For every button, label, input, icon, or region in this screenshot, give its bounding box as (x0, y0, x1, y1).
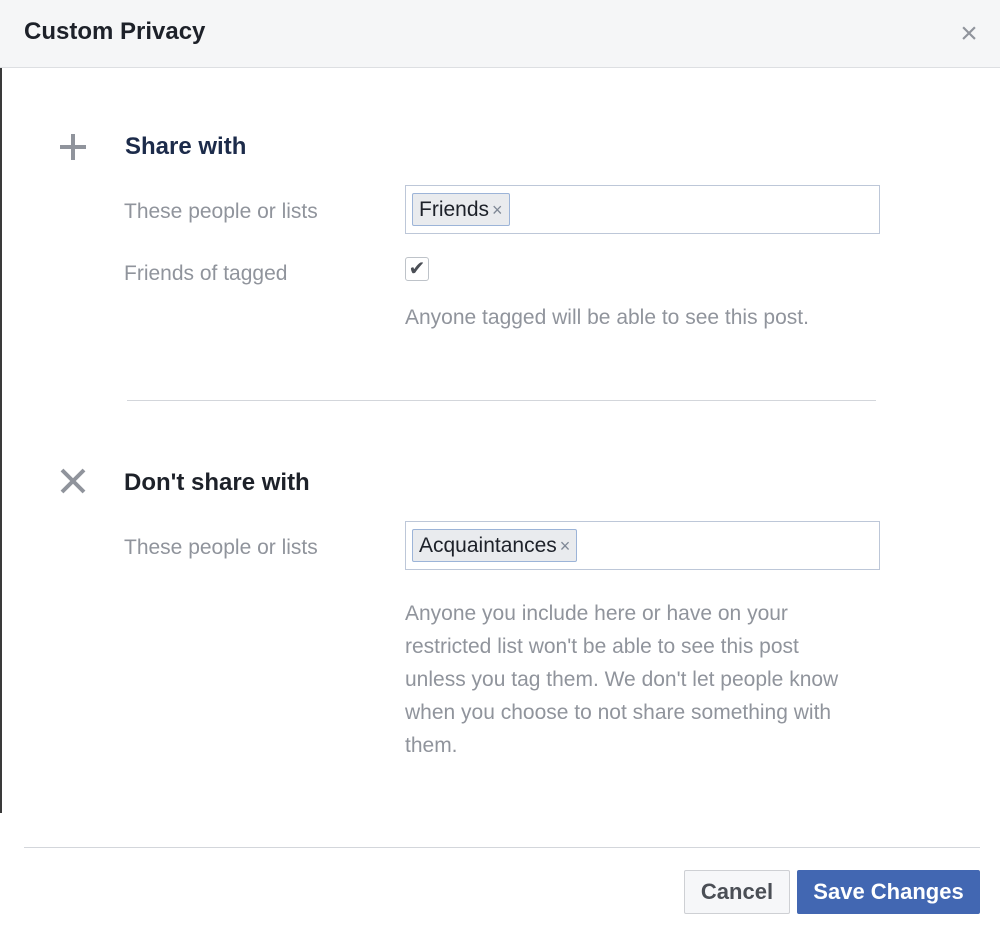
share-token-friends: Friends × (412, 193, 510, 226)
restricted-help-text: Anyone you include here or have on your … (405, 597, 875, 762)
custom-privacy-dialog: Custom Privacy × Share with These people… (0, 0, 1000, 932)
dont-share-token-acquaintances: Acquaintances × (412, 529, 578, 562)
friends-of-tagged-label: Friends of tagged (124, 262, 288, 285)
help-line: unless you tag them. We don't let people… (405, 668, 839, 691)
footer-divider (24, 847, 980, 848)
x-icon (60, 468, 86, 494)
share-people-input[interactable]: Friends × (405, 185, 880, 234)
remove-token-icon[interactable]: × (560, 536, 571, 556)
plus-icon (60, 134, 86, 160)
dont-share-people-input[interactable]: Acquaintances × (405, 521, 880, 570)
dont-share-people-label: These people or lists (124, 536, 318, 559)
close-icon[interactable]: × (956, 19, 982, 49)
dialog-header: Custom Privacy × (0, 0, 1000, 68)
help-line: them. (405, 734, 458, 757)
help-line: restricted list won't be able to see thi… (405, 635, 799, 658)
dialog-title: Custom Privacy (24, 18, 206, 45)
help-line: Anyone you include here or have on your (405, 602, 788, 625)
remove-token-icon[interactable]: × (492, 200, 503, 220)
save-changes-button[interactable]: Save Changes (797, 870, 980, 914)
friends-of-tagged-checkbox[interactable]: ✔ (405, 257, 429, 281)
share-people-label: These people or lists (124, 200, 318, 223)
cancel-button[interactable]: Cancel (684, 870, 790, 914)
share-with-title: Share with (125, 133, 247, 160)
checkmark-icon: ✔ (408, 258, 426, 280)
dont-share-with-title: Don't share with (124, 469, 310, 496)
dont-share-token-label: Acquaintances (419, 534, 557, 557)
tagged-help-text: Anyone tagged will be able to see this p… (405, 306, 809, 329)
share-token-label: Friends (419, 198, 490, 221)
section-divider (127, 400, 876, 401)
dialog-left-border (0, 68, 2, 813)
help-line: when you choose to not share something w… (405, 701, 832, 724)
